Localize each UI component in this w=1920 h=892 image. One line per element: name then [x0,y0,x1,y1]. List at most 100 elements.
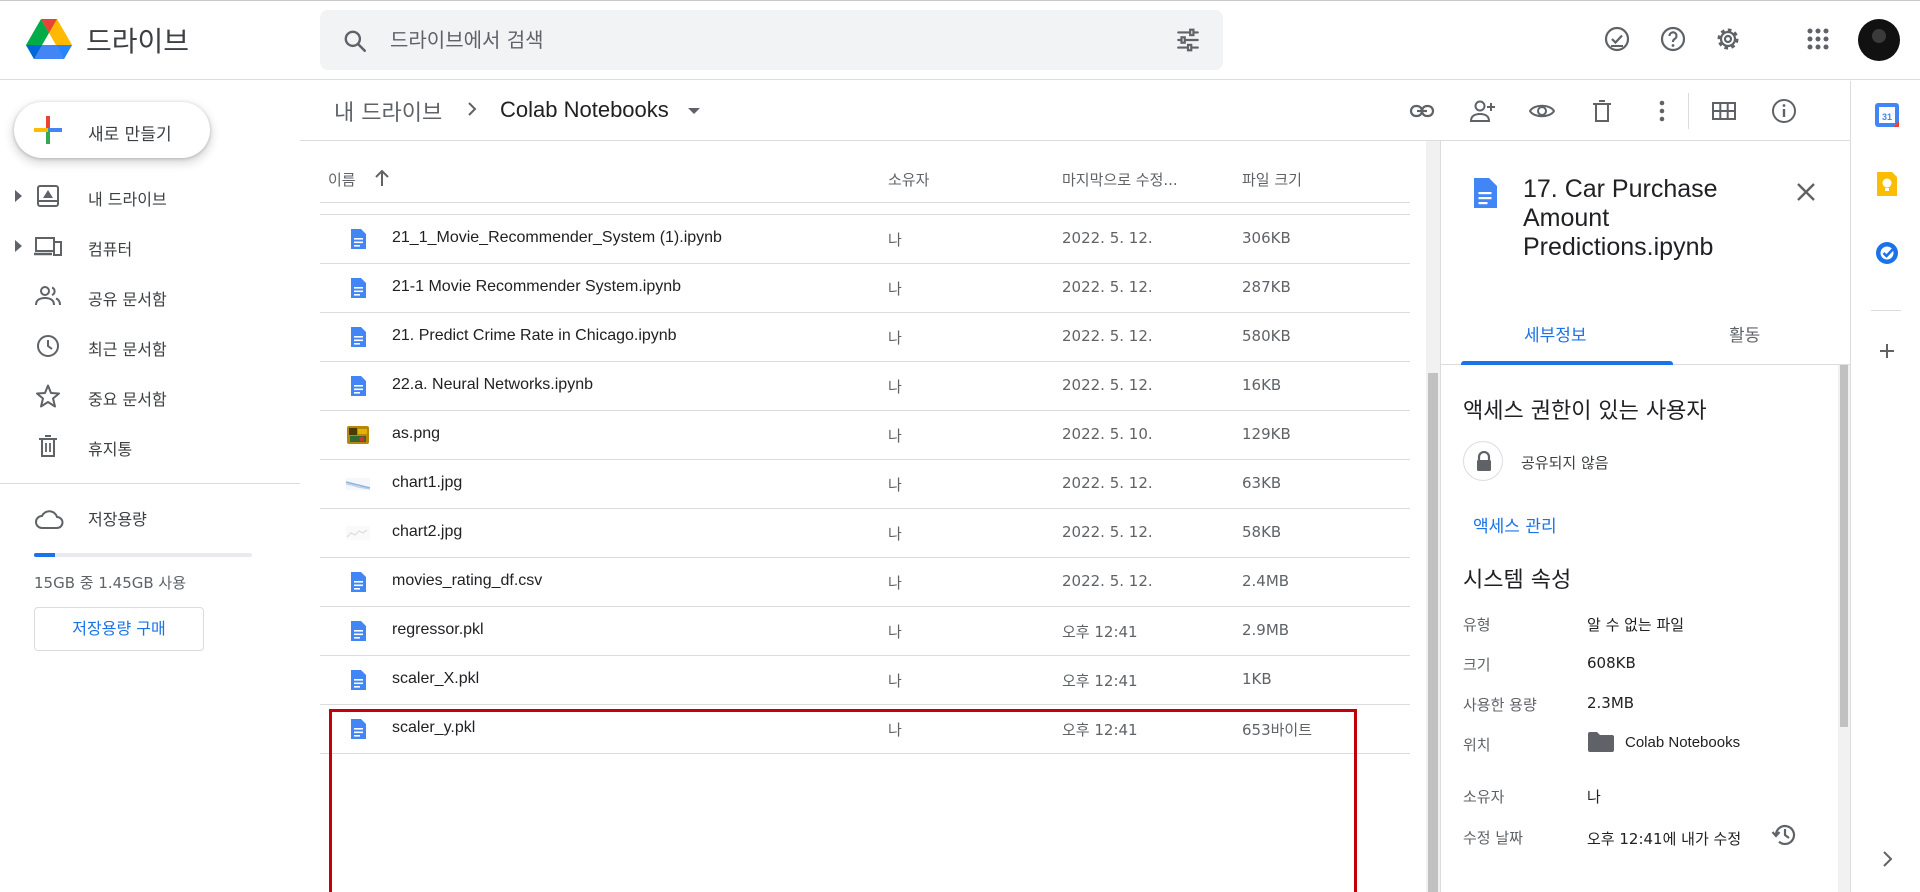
storage-progress-bar [34,553,252,557]
tab-activity[interactable]: 활동 [1729,321,1760,346]
prop-type-value: 알 수 없는 파일 [1587,616,1685,634]
file-row[interactable]: chart2.jpg 나 2022. 5. 12. 58KB [320,509,1410,558]
file-name: chart1.jpg [392,474,463,491]
sidebar-item-computers[interactable]: 컴퓨터 [0,226,300,266]
file-name: movies_rating_df.csv [392,572,543,589]
document-file-icon [351,229,366,249]
rail-divider [1871,310,1901,311]
prop-used-value: 2.3MB [1587,694,1635,712]
storage-label[interactable]: 저장용량 [88,506,147,530]
search-bar[interactable] [320,10,1223,70]
account-avatar[interactable] [1858,19,1900,61]
file-row[interactable]: 20. Avocado Prices Prediction.ipynb나2022… [320,203,1410,215]
file-name: 21_1_Movie_Recommender_System (1).ipynb [392,229,722,246]
ready-offline-icon[interactable] [1602,24,1632,54]
link-icon[interactable] [1408,97,1436,125]
file-modified: 2022. 5. 12. [1062,327,1153,345]
star-icon [36,384,60,408]
close-icon[interactable] [1793,179,1819,205]
sidebar-item-my-drive[interactable]: 내 드라이브 [0,176,300,216]
file-name: scaler_y.pkl [392,719,476,736]
file-row[interactable]: as.png 나 2022. 5. 10. 129KB [320,411,1410,460]
file-row[interactable]: regressor.pkl 나 오후 12:41 2.9MB [320,607,1410,656]
expand-caret-icon[interactable] [15,190,22,202]
search-options-icon[interactable] [1175,27,1201,53]
tab-details[interactable]: 세부정보 [1524,321,1587,346]
document-file-icon [351,376,366,396]
sidebar-item-shared[interactable]: 공유 문서함 [0,276,300,316]
file-row[interactable]: 22.a. Neural Networks.ipynb 나 2022. 5. 12.… [320,362,1410,411]
toolbar-divider [1688,93,1689,129]
add-addon-plus-icon[interactable] [1873,337,1901,365]
file-name: as.png [392,425,441,442]
file-row[interactable]: movies_rating_df.csv 나 2022. 5. 12. 2.4MB [320,558,1410,607]
file-name: 21. Predict Crime Rate in Chicago.ipynb [392,327,677,344]
sort-ascending-arrow-icon[interactable] [372,167,392,189]
info-icon[interactable] [1770,97,1798,125]
file-list-scrollbar-thumb[interactable] [1428,373,1438,892]
file-modified: 2022. 5. 12. [1062,278,1153,296]
file-name: chart2.jpg [392,523,463,540]
file-row[interactable]: 21. Predict Crime Rate in Chicago.ipynb 나… [320,313,1410,362]
file-owner: 나 [888,427,902,445]
column-header-owner[interactable]: 소유자 [888,169,929,190]
share-person-add-icon[interactable] [1468,97,1496,125]
file-row[interactable]: scaler_X.pkl 나 오후 12:41 1KB [320,656,1410,705]
file-list: 20. Avocado Prices Prediction.ipynb나2022… [320,203,1410,892]
chevron-right-expand-icon[interactable] [1873,845,1901,873]
file-row[interactable]: chart1.jpg 나 2022. 5. 12. 63KB [320,460,1410,509]
document-file-icon [351,572,366,592]
column-header-size[interactable]: 파일 크기 [1242,169,1302,190]
column-header-modified[interactable]: 마지막으로 수정... [1062,169,1178,190]
folder-dropdown-icon[interactable] [688,108,700,114]
sidebar-item-label: 내 드라이브 [88,190,167,209]
file-row[interactable]: scaler_y.pkl 나 오후 12:41 653바이트 [320,705,1410,754]
buy-storage-button[interactable]: 저장용량 구매 [34,607,204,651]
delete-trash-icon[interactable] [1588,97,1616,125]
sidebar-item-label: 중요 문서함 [88,390,167,409]
version-history-icon[interactable] [1771,821,1799,849]
sidebar-item-starred[interactable]: 중요 문서함 [0,376,300,416]
app-name: 드라이브 [86,25,190,58]
access-heading: 액세스 권한이 있는 사용자 [1463,399,1707,424]
help-icon[interactable] [1658,24,1688,54]
preview-eye-icon[interactable] [1528,97,1556,125]
file-row[interactable]: 21-1 Movie Recommender System.ipynb 나 2022… [320,264,1410,313]
breadcrumb-root[interactable]: 내 드라이브 [334,95,442,127]
more-vert-icon[interactable] [1648,97,1676,125]
file-size: 306KB [1242,229,1291,247]
document-file-icon [351,670,366,690]
document-file-icon [351,278,366,298]
file-owner: 나 [888,476,902,494]
details-tabs: 세부정보 활동 [1441,301,1850,365]
drive-logo-icon[interactable] [26,18,72,60]
svg-text:31: 31 [1882,112,1892,122]
tasks-icon[interactable] [1873,239,1901,267]
system-properties-heading: 시스템 속성 [1463,568,1572,593]
grid-view-icon[interactable] [1710,97,1738,125]
new-button[interactable]: 새로 만들기 [14,102,210,158]
search-icon[interactable] [342,28,368,54]
file-row[interactable]: 21_1_Movie_Recommender_System (1).ipynb 나… [320,215,1410,264]
prop-location-value[interactable]: Colab Notebooks [1625,734,1740,751]
keep-icon[interactable] [1873,170,1901,198]
settings-gear-icon[interactable] [1713,24,1743,54]
file-owner: 나 [888,721,902,739]
manage-access-link[interactable]: 액세스 관리 [1473,512,1557,537]
prop-modified-value: 오후 12:41에 내가 수정 [1587,830,1742,848]
expand-caret-icon[interactable] [15,240,22,252]
details-scrollbar-thumb[interactable] [1840,365,1848,727]
computers-icon [34,237,62,256]
sidebar-item-recent[interactable]: 최근 문서함 [0,326,300,366]
sidebar-divider [0,483,300,484]
search-input[interactable] [390,10,1150,70]
prop-owner-value: 나 [1587,788,1601,806]
file-size: 2.9MB [1242,621,1290,639]
column-header-name[interactable]: 이름 [328,169,356,190]
calendar-icon[interactable]: 31 [1873,101,1901,129]
sidebar-item-trash[interactable]: 휴지통 [0,426,300,466]
breadcrumb-current-folder[interactable]: Colab Notebooks [500,97,669,123]
apps-grid-icon[interactable] [1803,24,1833,54]
document-file-icon [351,327,366,347]
storage-usage-text: 15GB 중 1.45GB 사용 [34,574,187,592]
